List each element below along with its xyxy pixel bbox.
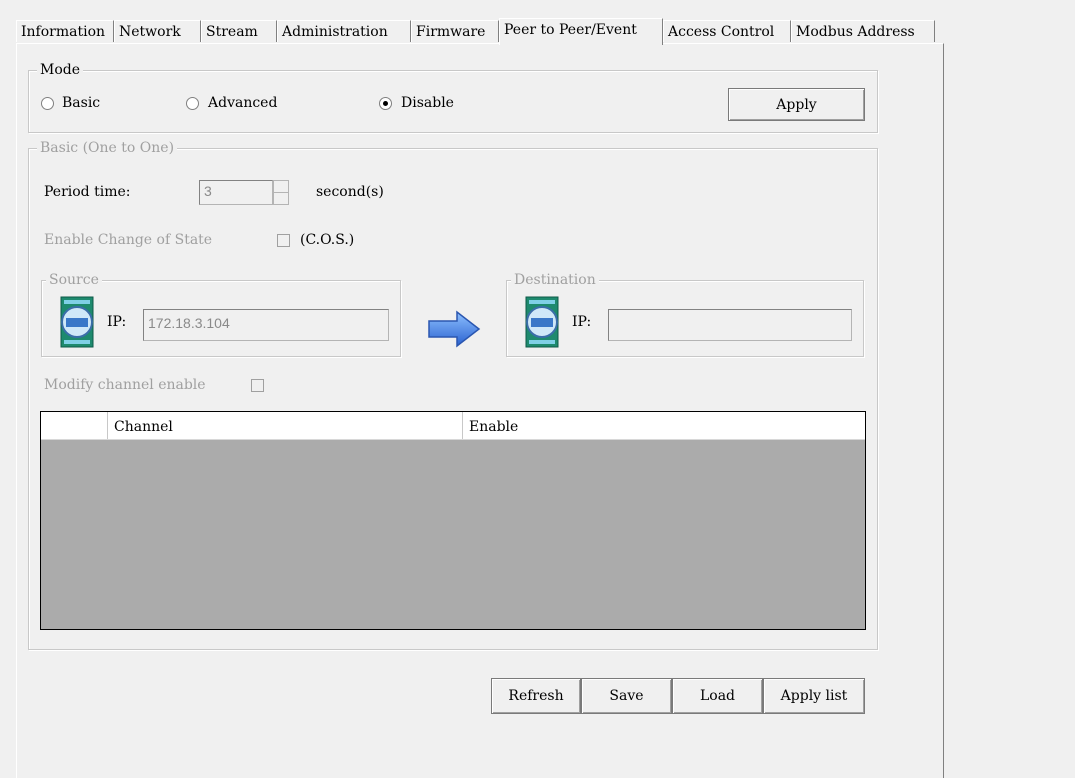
channel-table-header: Channel Enable xyxy=(41,412,865,440)
radio-basic-label: Basic xyxy=(62,95,101,111)
apply-list-button[interactable]: Apply list xyxy=(763,678,865,714)
tab-label: Access Control xyxy=(668,24,775,40)
column-header-channel[interactable]: Channel xyxy=(107,412,462,439)
tab-network[interactable]: Network xyxy=(114,20,201,42)
cos-checkbox[interactable] xyxy=(277,234,290,247)
modify-channel-label: Modify channel enable xyxy=(44,377,206,393)
column-header-enable[interactable]: Enable xyxy=(462,412,865,439)
device-icon xyxy=(60,296,94,348)
device-icon xyxy=(525,296,559,348)
channel-table[interactable]: Channel Enable xyxy=(40,411,866,630)
radio-advanced[interactable] xyxy=(186,97,199,110)
cos-suffix: (C.O.S.) xyxy=(300,232,355,248)
cos-label: Enable Change of State xyxy=(44,232,213,248)
tab-label: Stream xyxy=(206,24,258,40)
period-time-spinner[interactable] xyxy=(273,180,289,205)
radio-disable-label: Disable xyxy=(401,95,454,111)
radio-basic[interactable] xyxy=(41,97,54,110)
tab-administration[interactable]: Administration xyxy=(277,20,411,42)
destination-legend: Destination xyxy=(511,271,599,289)
spin-down-icon[interactable] xyxy=(274,193,288,205)
period-time-unit: second(s) xyxy=(316,184,384,200)
period-time-label: Period time: xyxy=(44,184,131,200)
tab-label: Information xyxy=(21,24,106,40)
tab-label: Administration xyxy=(282,24,388,40)
destination-ip-field[interactable] xyxy=(608,309,852,341)
save-button[interactable]: Save xyxy=(581,678,672,714)
basic-legend: Basic (One to One) xyxy=(37,139,178,157)
tab-information[interactable]: Information xyxy=(16,20,114,42)
source-ip-field[interactable]: 172.18.3.104 xyxy=(143,309,389,341)
source-ip-label: IP: xyxy=(107,314,127,330)
tab-label: Peer to Peer/Event xyxy=(504,22,637,38)
destination-ip-label: IP: xyxy=(572,314,592,330)
tab-stream[interactable]: Stream xyxy=(201,20,277,42)
tab-peer-to-peer-event[interactable]: Peer to Peer/Event xyxy=(499,18,663,45)
load-button[interactable]: Load xyxy=(672,678,763,714)
tab-modbus-address[interactable]: Modbus Address xyxy=(791,20,935,42)
radio-disable[interactable] xyxy=(379,97,392,110)
column-header-index[interactable] xyxy=(41,412,107,439)
arrow-right-icon xyxy=(428,310,481,348)
tab-firmware[interactable]: Firmware xyxy=(411,20,499,42)
modify-channel-checkbox[interactable] xyxy=(251,379,264,392)
period-time-input[interactable]: 3 xyxy=(199,180,273,205)
tab-label: Network xyxy=(119,24,181,40)
tab-label: Firmware xyxy=(416,24,486,40)
tab-access-control[interactable]: Access Control xyxy=(663,20,791,42)
mode-legend: Mode xyxy=(37,61,84,79)
apply-button[interactable]: Apply xyxy=(728,88,865,121)
radio-advanced-label: Advanced xyxy=(208,95,278,111)
source-legend: Source xyxy=(46,271,102,289)
tab-label: Modbus Address xyxy=(796,24,915,40)
spin-up-icon[interactable] xyxy=(274,181,288,193)
refresh-button[interactable]: Refresh xyxy=(491,678,581,714)
